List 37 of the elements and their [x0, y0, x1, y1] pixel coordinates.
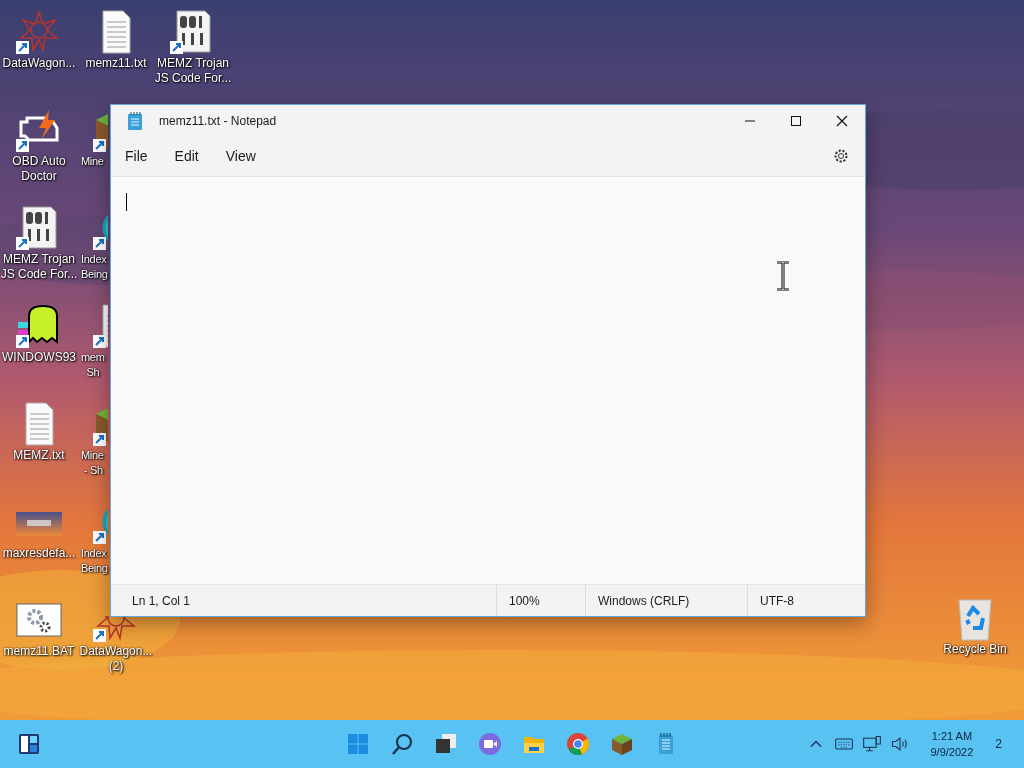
menu-item[interactable]: File [115, 142, 158, 170]
status-text: UTF-8 [760, 593, 794, 608]
clock-date: 9/9/2022 [930, 745, 974, 760]
icon-label[interactable]: WINDOWS93 [2, 350, 76, 365]
icon-label[interactable]: MEMZ Trojan JS Code For... [0, 252, 78, 282]
camera-icon [478, 732, 502, 756]
icon-label[interactable]: OBD Auto Doctor [12, 154, 66, 184]
icon-label[interactable]: mem Sh [77, 350, 105, 380]
close-icon [836, 114, 848, 127]
icon-label[interactable]: DataWagon... [2, 56, 76, 71]
notepad-icon [127, 111, 143, 130]
text-caret [126, 193, 127, 211]
maximize-icon [790, 114, 802, 127]
menu-item[interactable]: View [215, 142, 266, 170]
icon-label[interactable]: MEMZ Trojan JS Code For... [154, 56, 232, 86]
icon-label[interactable]: Mine [77, 154, 104, 169]
menu-item[interactable]: Edit [164, 142, 209, 170]
monitor-icon[interactable] [862, 734, 883, 754]
status-text: Windows (CRLF) [598, 593, 690, 608]
ibeam-cursor-icon [775, 261, 791, 291]
settings-icon [833, 148, 849, 164]
icon-label[interactable]: memz11.txt [85, 56, 147, 71]
widgets-icon [17, 732, 41, 756]
icon-label[interactable]: Index Being [77, 252, 108, 282]
window-title: memz11.txt - Notepad [159, 113, 278, 128]
grass-block-icon [610, 732, 634, 756]
clock-time: 1:21 AM [931, 729, 973, 744]
clock[interactable]: 1:21 AM 9/9/2022 [930, 728, 974, 760]
icon-label[interactable]: Mine - Sh [77, 448, 104, 478]
status-text: Ln 1, Col 1 [132, 593, 191, 608]
task-view-icon [434, 732, 458, 756]
chrome-icon [566, 732, 590, 756]
notification-count[interactable]: 2 [995, 737, 1002, 751]
start-icon [346, 732, 370, 756]
search-icon [390, 732, 414, 756]
icon-label[interactable]: MEMZ.txt [13, 448, 65, 463]
status-text: 100% [509, 593, 540, 608]
